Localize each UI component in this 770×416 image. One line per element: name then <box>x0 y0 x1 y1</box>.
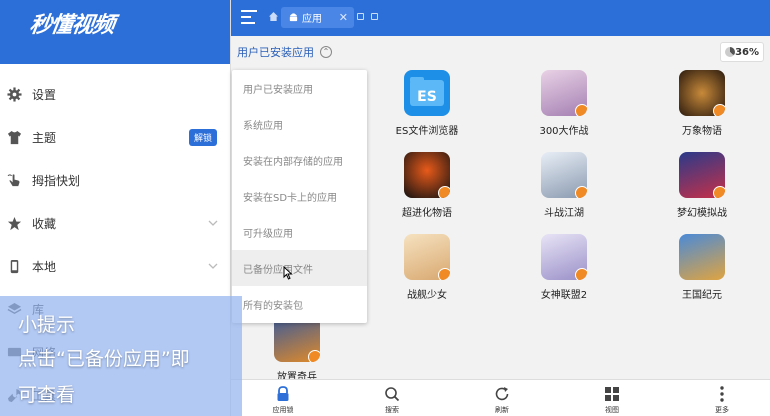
toolbar-label: 刷新 <box>495 406 509 414</box>
more-icon <box>720 385 724 403</box>
toolbar-label: 视图 <box>605 406 619 414</box>
dropdown-item-upgradable[interactable]: 可升级应用 <box>232 214 367 250</box>
sidebar-item-label: 设置 <box>32 87 57 102</box>
storage-percent: 36% <box>735 46 759 58</box>
toolbar-label: 搜索 <box>385 406 399 414</box>
app-item-goddess-league[interactable]: 女神联盟2 <box>524 234 604 301</box>
window-icon[interactable] <box>357 13 364 20</box>
close-icon[interactable]: ✕ <box>339 11 348 24</box>
gear-icon <box>6 86 22 102</box>
game-menghuan-icon <box>679 152 725 198</box>
sidebar-item-label: 本地 <box>32 259 57 274</box>
app-name: 万象物语 <box>682 126 722 137</box>
svg-text:ES: ES <box>417 89 437 105</box>
app-name: 王国纪元 <box>682 290 722 301</box>
storage-pie-icon <box>725 47 735 57</box>
dropdown-item-backed-up[interactable]: 已备份应用文件 <box>232 250 367 286</box>
game-evolution-icon <box>404 152 450 198</box>
es-file-icon: ES <box>404 70 450 116</box>
app-item-menghuan[interactable]: 梦幻模拟战 <box>662 152 742 219</box>
tab-label: 应用 <box>302 14 322 25</box>
app-name: 斗战江湖 <box>544 208 584 219</box>
app-name: 战舰少女 <box>407 290 447 301</box>
toolbar-label: 应用锁 <box>272 406 294 414</box>
star-icon <box>6 215 22 231</box>
sidebar-item-label: 主题 <box>32 130 57 145</box>
toolbar-label: 更多 <box>715 406 729 414</box>
sidebar-item-thumb-swipe[interactable]: 拇指快划 <box>0 159 230 201</box>
app-item-300-battle[interactable]: 300大作战 <box>524 70 604 137</box>
chevron-down-icon <box>208 263 218 269</box>
home-icon[interactable] <box>269 12 278 21</box>
logo: 秒懂视频 <box>27 12 116 38</box>
hand-swipe-icon <box>6 172 22 188</box>
caption-line-1: 小提示 <box>18 314 76 336</box>
sidebar-header: 秒懂视频 <box>0 0 230 64</box>
caption-line-3: 可查看 <box>18 384 76 406</box>
bottom-toolbar: 应用锁 搜索 刷新 视图 更多 <box>231 379 770 416</box>
mouse-cursor-icon <box>283 266 293 280</box>
game-warship-icon <box>404 234 450 280</box>
app-name: 超进化物语 <box>402 208 452 219</box>
chevron-up-icon: ⌃ <box>320 46 332 58</box>
android-icon <box>289 13 298 22</box>
dropdown-item-user-apps[interactable]: 用户已安装应用 <box>232 70 367 106</box>
app-filter-selector[interactable]: 用户已安装应用 ⌃ <box>237 44 332 60</box>
refresh-icon <box>494 385 510 403</box>
app-item-es-file-explorer[interactable]: ES ES文件浏览器 <box>387 70 467 137</box>
app-item-douzhan[interactable]: 斗战江湖 <box>524 152 604 219</box>
top-bar: 应用 ✕ <box>231 0 770 36</box>
menu-icon[interactable] <box>241 10 257 24</box>
sidebar-item-favorites[interactable]: 收藏 <box>0 202 230 244</box>
app-name: 300大作战 <box>539 126 589 137</box>
app-item-warship-girls[interactable]: 战舰少女 <box>387 234 467 301</box>
app-filter-dropdown: 用户已安装应用 系统应用 安装在内部存储的应用 安装在SD卡上的应用 可升级应用… <box>232 70 367 323</box>
shirt-icon <box>6 129 22 145</box>
game-300-icon <box>541 70 587 116</box>
caption-line-2: 点击“已备份应用”即 <box>18 348 190 370</box>
toolbar-more[interactable]: 更多 <box>702 385 742 415</box>
sidebar-item-local[interactable]: 本地 <box>0 245 230 287</box>
app-name: 女神联盟2 <box>540 290 588 301</box>
tab-apps[interactable]: 应用 ✕ <box>281 7 354 28</box>
toolbar-refresh[interactable]: 刷新 <box>482 385 522 415</box>
filter-label: 用户已安装应用 <box>237 46 314 59</box>
tutorial-caption-overlay: 小提示 点击“已备份应用”即 可查看 <box>0 296 242 416</box>
game-kingdom-icon <box>679 234 725 280</box>
toolbar-search[interactable]: 搜索 <box>372 385 412 415</box>
dropdown-item-internal-storage[interactable]: 安装在内部存储的应用 <box>232 142 367 178</box>
lock-icon <box>276 385 290 403</box>
toolbar-app-lock[interactable]: 应用锁 <box>263 385 303 415</box>
game-douzhan-icon <box>541 152 587 198</box>
app-item-idle-heroes[interactable]: 放置奇兵 <box>257 316 337 383</box>
sidebar-item-label: 拇指快划 <box>32 173 81 188</box>
sidebar-item-settings[interactable]: 设置 <box>0 73 230 115</box>
sidebar-item-theme[interactable]: 主题 解锁 <box>0 116 230 158</box>
chevron-down-icon <box>208 220 218 226</box>
app-item-kingdom[interactable]: 王国纪元 <box>662 234 742 301</box>
app-item-super-evolution[interactable]: 超进化物语 <box>387 152 467 219</box>
storage-indicator[interactable]: 36% <box>720 42 764 62</box>
grid-icon <box>605 385 619 403</box>
app-name: 梦幻模拟战 <box>677 208 727 219</box>
phone-icon <box>6 258 22 274</box>
dropdown-item-sd-card[interactable]: 安装在SD卡上的应用 <box>232 178 367 214</box>
dropdown-item-all-packages[interactable]: 所有的安装包 <box>232 286 367 322</box>
game-goddess-icon <box>541 234 587 280</box>
app-item-wanxiang[interactable]: 万象物语 <box>662 70 742 137</box>
toolbar-view[interactable]: 视图 <box>592 385 632 415</box>
unlock-badge[interactable]: 解锁 <box>188 128 217 146</box>
window-icon[interactable] <box>371 13 378 20</box>
app-name: ES文件浏览器 <box>395 126 459 137</box>
dropdown-item-system-apps[interactable]: 系统应用 <box>232 106 367 142</box>
game-wanxiang-icon <box>679 70 725 116</box>
search-icon <box>384 385 400 403</box>
sidebar-item-label: 收藏 <box>32 216 57 231</box>
